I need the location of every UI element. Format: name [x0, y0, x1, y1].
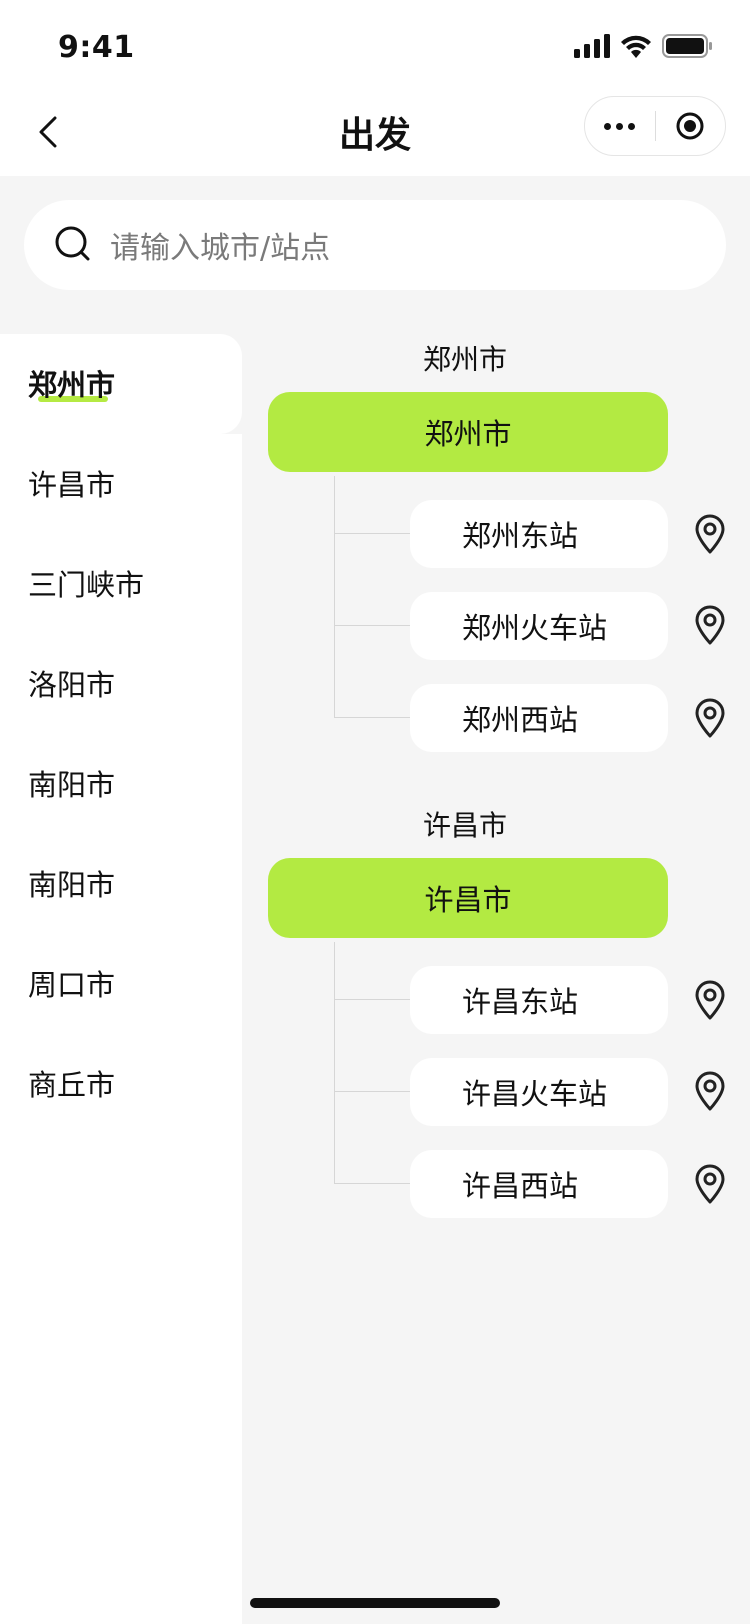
location-pin-icon[interactable]	[694, 698, 726, 738]
city-button[interactable]: 许昌市	[268, 858, 668, 938]
more-dots-icon	[604, 122, 612, 130]
station-item[interactable]: 许昌东站	[410, 966, 668, 1034]
mini-program-capsule	[584, 96, 726, 156]
tree-branch	[334, 1091, 410, 1092]
status-time: 9:41	[58, 30, 135, 65]
sidebar-item-zhoukou[interactable]: 周口市	[28, 965, 115, 1005]
location-pin-icon[interactable]	[694, 514, 726, 554]
sidebar	[0, 434, 242, 1624]
sidebar-item-nanyang[interactable]: 南阳市	[28, 765, 115, 805]
status-bar: 9:41	[0, 0, 750, 88]
tree-line	[334, 476, 335, 717]
tree-branch	[334, 999, 410, 1000]
tree-branch	[334, 533, 410, 534]
tree-branch	[334, 625, 410, 626]
station-item[interactable]: 郑州东站	[410, 500, 668, 568]
station-item[interactable]: 郑州西站	[410, 684, 668, 752]
sidebar-item-nanyang-2[interactable]: 南阳市	[28, 865, 115, 905]
station-item[interactable]: 郑州火车站	[410, 592, 668, 660]
close-button[interactable]	[656, 96, 726, 156]
record-circle-icon	[676, 112, 704, 140]
cellular-signal-icon	[574, 34, 610, 58]
battery-icon	[662, 34, 712, 58]
sidebar-item-shangqiu[interactable]: 商丘市	[28, 1065, 115, 1105]
station-item[interactable]: 许昌西站	[410, 1150, 668, 1218]
more-dot	[628, 122, 636, 130]
location-pin-icon[interactable]	[694, 605, 726, 645]
location-pin-icon[interactable]	[694, 1164, 726, 1204]
home-indicator	[250, 1598, 500, 1608]
tree-branch	[334, 717, 410, 718]
sidebar-item-zhengzhou[interactable]: 郑州市	[28, 365, 115, 405]
sidebar-item-xuchang[interactable]: 许昌市	[28, 465, 115, 505]
sidebar-item-luoyang[interactable]: 洛阳市	[28, 665, 115, 705]
status-icons	[574, 34, 714, 58]
wifi-icon	[621, 35, 651, 58]
location-pin-icon[interactable]	[694, 980, 726, 1020]
tree-line	[334, 942, 335, 1183]
nav-bar: 出发	[0, 88, 750, 176]
more-dot	[616, 122, 624, 130]
city-button[interactable]: 郑州市	[268, 392, 668, 472]
section-title: 许昌市	[422, 809, 507, 842]
search-input[interactable]: 请输入城市/站点	[110, 223, 330, 267]
location-pin-icon[interactable]	[694, 1071, 726, 1111]
sidebar-item-sanmenxia[interactable]: 三门峡市	[28, 565, 144, 605]
station-item[interactable]: 许昌火车站	[410, 1058, 668, 1126]
search-box[interactable]: 请输入城市/站点	[24, 200, 726, 290]
search-icon	[55, 226, 90, 261]
tree-branch	[334, 1183, 410, 1184]
section-title: 郑州市	[422, 343, 507, 376]
more-button[interactable]	[585, 96, 655, 156]
